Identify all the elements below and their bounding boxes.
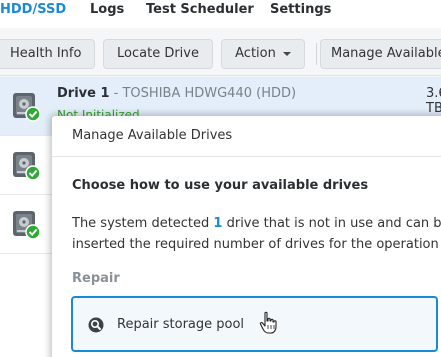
health-info-button[interactable]: Health Info — [0, 39, 95, 69]
check-circle-icon — [25, 165, 40, 181]
action-label: Action — [235, 46, 276, 61]
dialog-divider — [52, 156, 441, 157]
dialog-title: Manage Available Drives — [72, 128, 233, 143]
hard-drive-icon — [13, 93, 40, 122]
tab-logs[interactable]: Logs — [90, 2, 124, 17]
check-circle-icon — [25, 224, 40, 240]
wrench-icon — [88, 317, 104, 333]
description-line2: inserted the required number of drives f… — [72, 237, 439, 252]
check-circle-icon — [25, 106, 40, 122]
action-button[interactable]: Action — [221, 39, 305, 69]
toolbar: Health Info Locate Drive Action Manage A… — [0, 28, 441, 76]
option-label: Repair storage pool — [117, 317, 245, 332]
drive-model: - TOSHIBA HDWG440 (HDD) — [109, 86, 297, 101]
description-part1: The system detected — [72, 216, 214, 231]
hard-drive-icon — [13, 211, 40, 240]
dialog-description: The system detected 1 drive that is not … — [72, 213, 441, 255]
toolbar-divider — [316, 43, 317, 65]
description-part2: drive that is not in use and can be — [222, 216, 441, 231]
drive-name: Drive 1 — [57, 86, 110, 101]
drive-capacity: 3.6 TB — [426, 86, 441, 116]
chevron-down-icon — [282, 51, 291, 56]
drive-title: Drive 1 - TOSHIBA HDWG440 (HDD) — [57, 86, 296, 101]
health-info-label: Health Info — [10, 46, 82, 61]
tab-bar: HDD/SSD Logs Test Scheduler Settings — [0, 0, 441, 28]
repair-storage-pool-option[interactable]: Repair storage pool — [71, 296, 438, 352]
hand-pointer-icon — [259, 311, 277, 334]
tab-test-scheduler[interactable]: Test Scheduler — [146, 2, 254, 17]
hard-drive-icon — [13, 152, 40, 181]
tab-settings[interactable]: Settings — [270, 2, 331, 17]
locate-drive-button[interactable]: Locate Drive — [103, 39, 213, 69]
manage-available-drives-button[interactable]: Manage Available Drives — [320, 39, 441, 69]
dialog-heading: Choose how to use your available drives — [72, 178, 369, 193]
manage-available-drives-label: Manage Available Drives — [331, 46, 441, 61]
section-label-repair: Repair — [72, 271, 120, 286]
locate-drive-label: Locate Drive — [117, 46, 199, 61]
manage-available-drives-dialog: Manage Available Drives Choose how to us… — [52, 116, 441, 357]
tab-hdd-ssd[interactable]: HDD/SSD — [0, 2, 66, 17]
